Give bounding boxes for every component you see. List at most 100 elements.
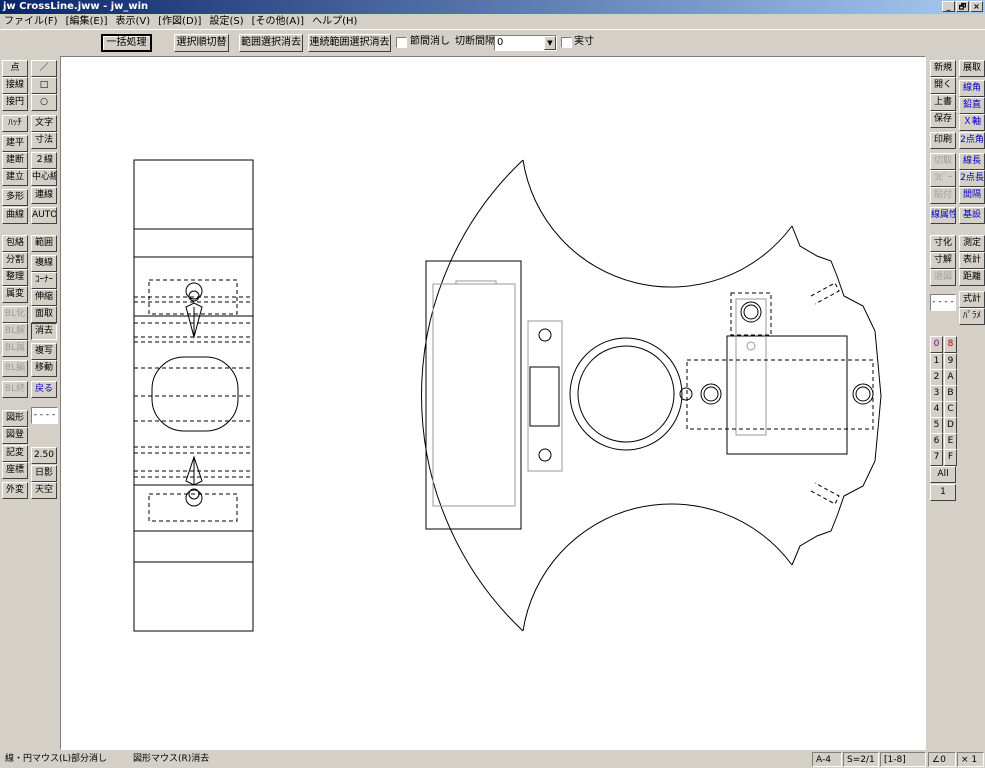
tool-new[interactable]: 新規 [930, 60, 956, 77]
tool-dimension-ungroup[interactable]: 寸解 [930, 252, 956, 269]
tool-divide[interactable]: 分割 [2, 252, 28, 269]
layer-group-0[interactable]: 0 [930, 336, 943, 353]
status-angle[interactable]: ∠0 [928, 752, 956, 767]
layer-b[interactable]: B [944, 385, 957, 402]
tool-line[interactable]: ／ [31, 60, 57, 77]
tool-display-range[interactable]: 展取 [959, 60, 985, 77]
continuous-range-erase-button[interactable]: 連続範囲選択消去 [308, 34, 391, 52]
close-button[interactable]: × [970, 1, 983, 12]
cut-interval-combo[interactable]: 0 ▼ [494, 35, 557, 51]
status-zoom[interactable]: × 1 [957, 752, 984, 767]
tool-two-point-length[interactable]: 2点長 [959, 170, 985, 187]
layer-c[interactable]: C [944, 401, 957, 418]
tool-tangent-line[interactable]: 接線 [2, 77, 28, 94]
tool-save[interactable]: 保存 [930, 111, 956, 128]
layer-1[interactable]: 1 [930, 353, 943, 370]
tool-interval[interactable]: 間隔 [959, 187, 985, 204]
tool-print[interactable]: 印刷 [930, 132, 956, 149]
chevron-down-icon[interactable]: ▼ [544, 36, 556, 50]
menu-other[interactable]: [その他(A)] [248, 15, 308, 29]
tool-two-point-angle[interactable]: 2点角 [959, 132, 985, 149]
tool-offset-line[interactable]: 複線 [31, 255, 57, 272]
tool-measure[interactable]: 測定 [959, 235, 985, 252]
tool-line-length[interactable]: 線長 [959, 153, 985, 170]
layer-5[interactable]: 5 [930, 417, 943, 434]
minimize-button[interactable]: _ [942, 1, 955, 12]
tool-cut[interactable]: 切取 [930, 153, 956, 170]
tool-stretch[interactable]: 伸縮 [31, 289, 57, 306]
tool-distance[interactable]: 距離 [959, 269, 985, 286]
tool-polygon[interactable]: 多形 [2, 189, 28, 206]
tool-block-create[interactable]: BL化 [2, 306, 28, 323]
tool-rectangle[interactable]: □ [31, 77, 57, 94]
menu-file[interactable]: ファイル(F) [0, 15, 62, 29]
tool-line-attribute[interactable]: 線属性 [930, 207, 956, 224]
tool-connect-line[interactable]: 連線 [31, 187, 57, 204]
tool-building-elevation[interactable]: 建立 [2, 169, 28, 186]
tool-base-setting[interactable]: 基設 [959, 207, 985, 224]
tool-curve[interactable]: 曲線 [2, 207, 28, 224]
layer-3[interactable]: 3 [930, 385, 943, 402]
drawing-canvas[interactable] [60, 56, 926, 750]
layer-f[interactable]: F [944, 449, 957, 466]
node-erase-checkbox[interactable] [396, 37, 407, 48]
layer-group-8[interactable]: 8 [944, 336, 957, 353]
layer-e[interactable]: E [944, 433, 957, 450]
tool-undo[interactable]: 戻る [31, 381, 57, 398]
tool-attribute-change[interactable]: 属変 [2, 286, 28, 303]
maximize-button[interactable]: 🗗 [956, 1, 969, 12]
tool-open[interactable]: 開く [930, 77, 956, 94]
range-select-erase-button[interactable]: 範囲選択消去 [239, 34, 303, 52]
tool-copy[interactable]: 複写 [31, 343, 57, 360]
tool-block-end[interactable]: BL終 [2, 381, 28, 398]
layer-2[interactable]: 2 [930, 369, 943, 386]
layer-current[interactable]: 1 [930, 484, 956, 501]
tool-coordinates[interactable]: 座標 [2, 462, 28, 479]
status-scale[interactable]: S=2/1 [843, 752, 879, 767]
layer-all[interactable]: All [930, 466, 956, 483]
actual-size-checkbox[interactable] [561, 37, 572, 48]
tool-external-change[interactable]: 外変 [2, 482, 28, 499]
tool-building-section[interactable]: 建断 [2, 152, 28, 169]
tool-sky[interactable]: 天空 [31, 482, 57, 499]
tool-erase[interactable]: 消去 [31, 323, 57, 340]
tool-figure-register[interactable]: 図登 [2, 427, 28, 444]
tool-auto[interactable]: AUTO [31, 207, 57, 224]
layer-9[interactable]: 9 [944, 353, 957, 370]
tool-figure[interactable]: 図形 [2, 410, 28, 427]
tool-retreat[interactable]: 退図 [930, 269, 956, 286]
layer-d[interactable]: D [944, 417, 957, 434]
tool-corner[interactable]: ｺｰﾅｰ [31, 272, 57, 289]
layer-7[interactable]: 7 [930, 449, 943, 466]
right-line-type-selector[interactable]: - - - - [930, 294, 956, 311]
tool-circle[interactable]: ○ [31, 94, 57, 111]
tool-block-attribute[interactable]: BL属 [2, 340, 28, 357]
tool-parameter[interactable]: ﾊﾟﾗﾒ [959, 308, 985, 325]
tool-center-line[interactable]: 中心線 [31, 169, 57, 186]
tool-paste[interactable]: 貼付 [930, 187, 956, 204]
status-paper-size[interactable]: A-4 [812, 752, 842, 767]
tool-vertical[interactable]: 鉛直 [959, 97, 985, 114]
layer-4[interactable]: 4 [930, 401, 943, 418]
status-layer-range[interactable]: [1-8] [880, 752, 926, 767]
tool-formula-calc[interactable]: 式計 [959, 291, 985, 308]
menu-view[interactable]: 表示(V) [112, 15, 155, 29]
tool-range[interactable]: 範囲 [31, 235, 57, 252]
layer-6[interactable]: 6 [930, 433, 943, 450]
line-type-selector[interactable]: - - - - [31, 407, 58, 424]
tool-cleanup[interactable]: 整理 [2, 269, 28, 286]
tool-hatch[interactable]: ﾊｯﾁ [2, 115, 28, 132]
tool-line-angle[interactable]: 線角 [959, 80, 985, 97]
tool-envelope[interactable]: 包絡 [2, 235, 28, 252]
tool-double-line[interactable]: ２線 [31, 152, 57, 169]
tool-text[interactable]: 文字 [31, 115, 57, 132]
select-order-button[interactable]: 選択順切替 [174, 34, 229, 52]
menu-settings[interactable]: 設定(S) [205, 15, 247, 29]
tool-chamfer[interactable]: 面取 [31, 306, 57, 323]
tool-symbol-change[interactable]: 記変 [2, 445, 28, 462]
tool-point[interactable]: 点 [2, 60, 28, 77]
layer-a[interactable]: A [944, 369, 957, 386]
menu-edit[interactable]: [編集(E)] [62, 15, 112, 29]
tool-building-plan[interactable]: 建平 [2, 135, 28, 152]
menu-draw[interactable]: [作図(D)] [154, 15, 205, 29]
